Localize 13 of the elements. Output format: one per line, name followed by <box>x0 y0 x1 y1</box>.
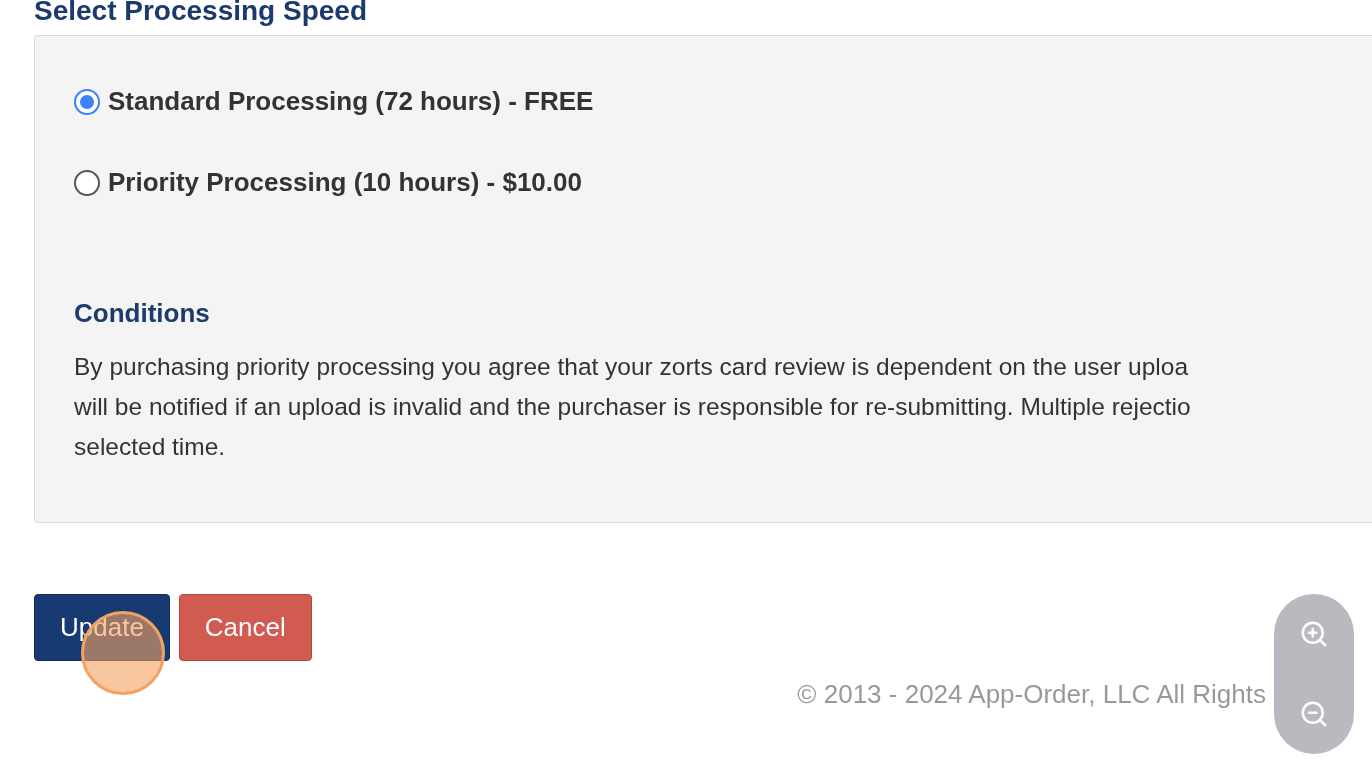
cancel-button[interactable]: Cancel <box>178 594 312 661</box>
conditions-text: will be notified if an upload is invalid and the purchaser is responsible for re-submitting. Multiple rejectio <box>74 392 1191 422</box>
option-label: Standard Processing (72 hours) - FREE <box>108 85 594 118</box>
option-label: Priority Processing (10 hours) - $10.00 <box>108 166 582 199</box>
conditions-heading: Conditions <box>74 297 210 330</box>
radio-button[interactable] <box>74 88 100 115</box>
conditions-text: By purchasing priority processing you agree that your zorts card review is dependent on the user uploa <box>74 352 1188 382</box>
section-heading: Select Processing Speed <box>34 0 368 28</box>
footer-text: © 2013 - 2024 App-Order, LLC All Rights <box>797 678 1267 711</box>
zoom-out-icon[interactable] <box>1299 699 1329 729</box>
conditions-text: selected time. <box>74 432 226 462</box>
radio-button[interactable] <box>74 169 100 196</box>
zoom-in-icon[interactable] <box>1299 619 1329 649</box>
